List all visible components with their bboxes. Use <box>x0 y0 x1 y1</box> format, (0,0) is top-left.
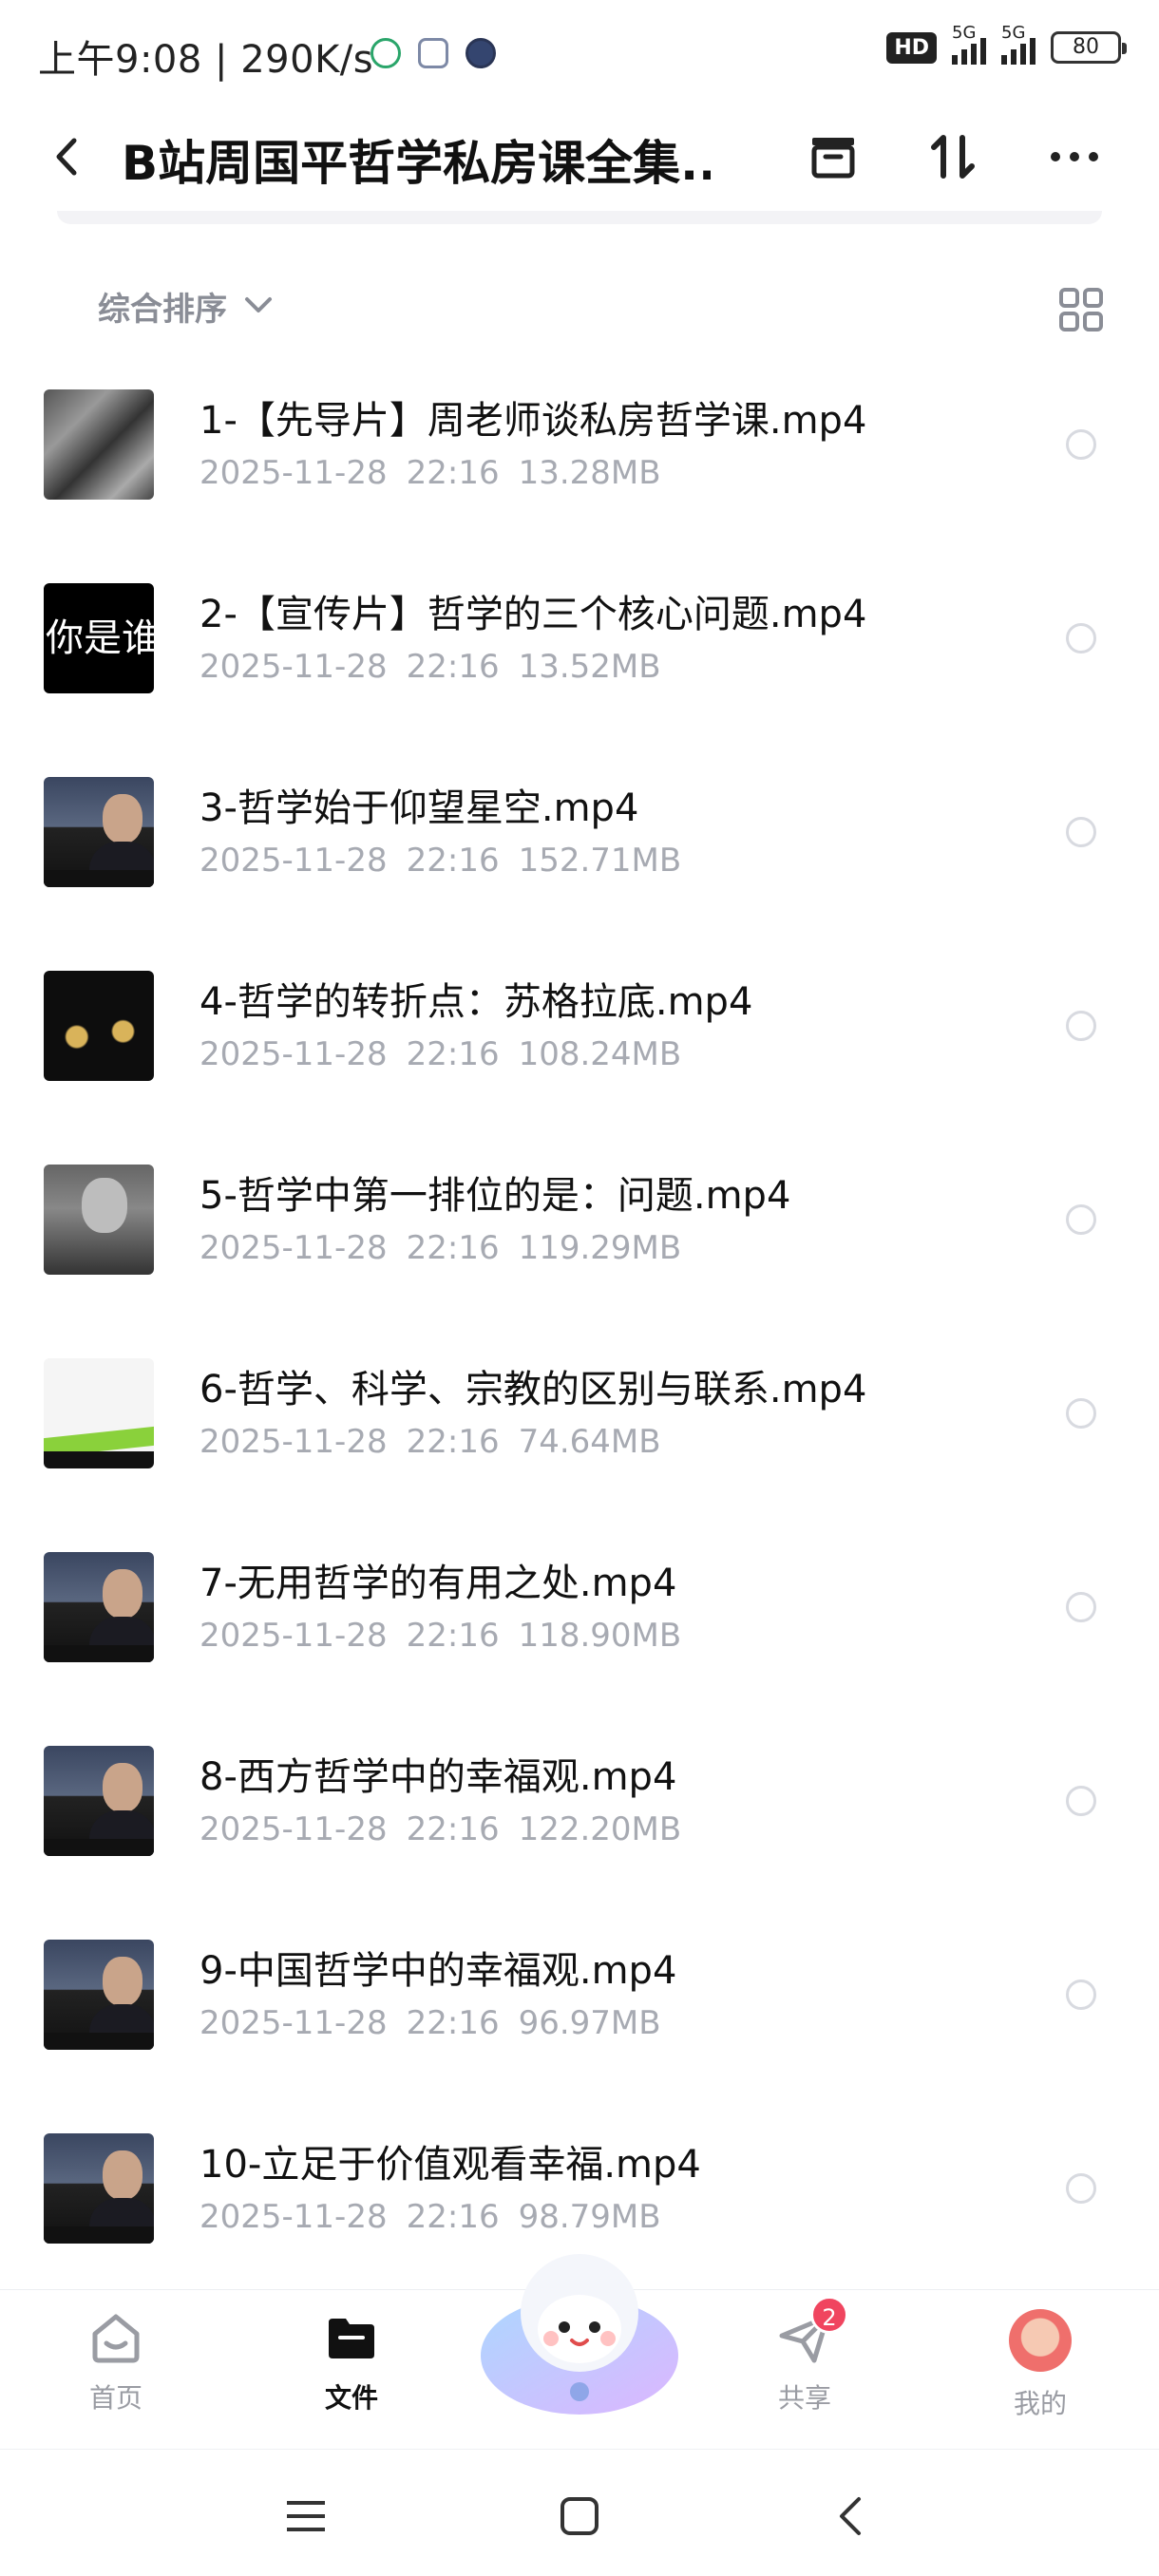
folder-icon <box>323 2309 380 2366</box>
file-name: 3-哲学始于仰望星空.mp4 <box>200 786 639 830</box>
back-icon[interactable] <box>48 133 86 180</box>
home-square-icon[interactable] <box>551 2488 608 2545</box>
file-row[interactable]: 6-哲学、科学、宗教的区别与联系.mp4 2025-11-28 22:16 74.6… <box>0 1351 1159 1544</box>
chevron-down-icon[interactable] <box>241 291 276 319</box>
nav-me-label: 我的 <box>1013 2388 1067 2419</box>
file-row[interactable]: 4-哲学的转折点：苏格拉底.mp4 2025-11-28 22:16 108.24M… <box>0 963 1159 1157</box>
menu-icon[interactable] <box>277 2488 334 2545</box>
video-thumbnail <box>44 1552 154 1662</box>
status-time: 上午9:08 | 290K/s <box>38 38 374 82</box>
hd-badge: HD <box>886 31 937 64</box>
avatar-notification-icon <box>466 38 496 68</box>
more-icon[interactable] <box>1043 125 1106 188</box>
file-meta: 2025-11-28 22:16 118.90MB <box>200 1617 682 1655</box>
file-meta: 2025-11-28 22:16 74.64MB <box>200 1423 661 1461</box>
sort-dropdown[interactable]: 综合排序 <box>98 283 227 330</box>
nav-me[interactable]: 我的 <box>983 2309 1097 2421</box>
grid-view-icon[interactable] <box>1058 287 1104 332</box>
video-thumbnail <box>44 1165 154 1275</box>
signal-label: 5G <box>952 23 977 43</box>
file-row[interactable]: 7-无用哲学的有用之处.mp4 2025-11-28 22:16 118.90MB <box>0 1544 1159 1738</box>
header-shadow <box>57 211 1102 224</box>
nav-share-label: 共享 <box>777 2382 831 2414</box>
select-radio[interactable] <box>1066 2173 1096 2204</box>
select-radio[interactable] <box>1066 817 1096 847</box>
file-meta: 2025-11-28 22:16 108.24MB <box>200 1035 682 1073</box>
title-bar: B站周国平哲学私房课全集... <box>0 104 1159 209</box>
video-thumbnail: 你是谁 <box>44 583 154 693</box>
home-icon <box>87 2309 144 2366</box>
select-radio[interactable] <box>1066 429 1096 460</box>
file-name: 8-西方哲学中的幸福观.mp4 <box>200 1755 677 1799</box>
select-radio[interactable] <box>1066 1398 1096 1429</box>
file-row[interactable]: 1-【先导片】周老师谈私房哲学课.mp4 2025-11-28 22:16 13.2… <box>0 382 1159 576</box>
file-list: 1-【先导片】周老师谈私房哲学课.mp4 2025-11-28 22:16 13.2… <box>0 382 1159 2320</box>
file-row[interactable]: 8-西方哲学中的幸福观.mp4 2025-11-28 22:16 122.20MB <box>0 1738 1159 1932</box>
status-indicators: HD 5G 5G 80 <box>886 23 1127 65</box>
file-name: 10-立足于价值观看幸福.mp4 <box>200 2143 701 2187</box>
nav-files[interactable]: 文件 <box>294 2309 408 2415</box>
file-name: 6-哲学、科学、宗教的区别与联系.mp4 <box>200 1368 867 1411</box>
app-notification-icon <box>370 38 401 68</box>
back-triangle-icon[interactable] <box>823 2488 880 2545</box>
video-thumbnail <box>44 2133 154 2244</box>
select-radio[interactable] <box>1066 1592 1096 1622</box>
select-radio[interactable] <box>1066 1979 1096 2010</box>
file-meta: 2025-11-28 22:16 98.79MB <box>200 2198 661 2236</box>
archive-icon[interactable] <box>802 125 864 188</box>
nav-share[interactable]: 2 共享 <box>748 2296 862 2415</box>
video-thumbnail <box>44 389 154 500</box>
share-badge: 2 <box>810 2296 848 2334</box>
video-thumbnail <box>44 777 154 887</box>
select-radio[interactable] <box>1066 623 1096 653</box>
file-row[interactable]: 5-哲学中第一排位的是：问题.mp4 2025-11-28 22:16 119.29… <box>0 1157 1159 1351</box>
file-row[interactable]: 3-哲学始于仰望星空.mp4 2025-11-28 22:16 152.71MB <box>0 769 1159 963</box>
file-meta: 2025-11-28 22:16 13.28MB <box>200 454 661 492</box>
nav-home-label: 首页 <box>88 2382 142 2414</box>
file-meta: 2025-11-28 22:16 152.71MB <box>200 842 682 880</box>
video-thumbnail <box>44 1746 154 1856</box>
video-thumbnail <box>44 1940 154 2050</box>
page-title: B站周国平哲学私房课全集... <box>122 136 711 191</box>
battery-icon: 80 <box>1051 31 1127 64</box>
file-row[interactable]: 9-中国哲学中的幸福观.mp4 2025-11-28 22:16 96.97MB <box>0 1932 1159 2126</box>
system-nav-bar <box>0 2449 1159 2576</box>
sort-row: 综合排序 <box>0 275 1159 342</box>
bilibili-notification-icon <box>418 38 448 68</box>
status-bar: 上午9:08 | 290K/s HD 5G 5G 80 <box>0 0 1159 104</box>
nav-home[interactable]: 首页 <box>59 2309 173 2415</box>
status-app-icons <box>370 38 496 68</box>
file-name: 2-【宣传片】哲学的三个核心问题.mp4 <box>200 593 867 636</box>
file-meta: 2025-11-28 22:16 122.20MB <box>200 1810 682 1848</box>
paper-plane-icon: 2 <box>776 2296 848 2366</box>
file-meta: 2025-11-28 22:16 96.97MB <box>200 2004 661 2042</box>
select-radio[interactable] <box>1066 1204 1096 1235</box>
file-row[interactable]: 你是谁 2-【宣传片】哲学的三个核心问题.mp4 2025-11-28 22:16… <box>0 576 1159 769</box>
mascot-assistant-icon[interactable] <box>475 2232 684 2422</box>
signal-icon: 5G <box>952 23 986 65</box>
file-meta: 2025-11-28 22:16 119.29MB <box>200 1229 682 1267</box>
file-name: 9-中国哲学中的幸福观.mp4 <box>200 1949 677 1993</box>
file-name: 1-【先导片】周老师谈私房哲学课.mp4 <box>200 399 867 443</box>
signal-icon: 5G <box>1001 23 1036 65</box>
nav-files-label: 文件 <box>324 2382 378 2414</box>
select-radio[interactable] <box>1066 1011 1096 1041</box>
signal-label: 5G <box>1001 23 1026 43</box>
avatar <box>1009 2309 1072 2372</box>
video-thumbnail <box>44 1358 154 1468</box>
file-name: 4-哲学的转折点：苏格拉底.mp4 <box>200 980 753 1024</box>
file-name: 5-哲学中第一排位的是：问题.mp4 <box>200 1174 791 1218</box>
file-name: 7-无用哲学的有用之处.mp4 <box>200 1562 677 1605</box>
video-thumbnail <box>44 971 154 1081</box>
sort-icon[interactable] <box>922 125 984 188</box>
file-meta: 2025-11-28 22:16 13.52MB <box>200 648 661 686</box>
select-radio[interactable] <box>1066 1786 1096 1816</box>
